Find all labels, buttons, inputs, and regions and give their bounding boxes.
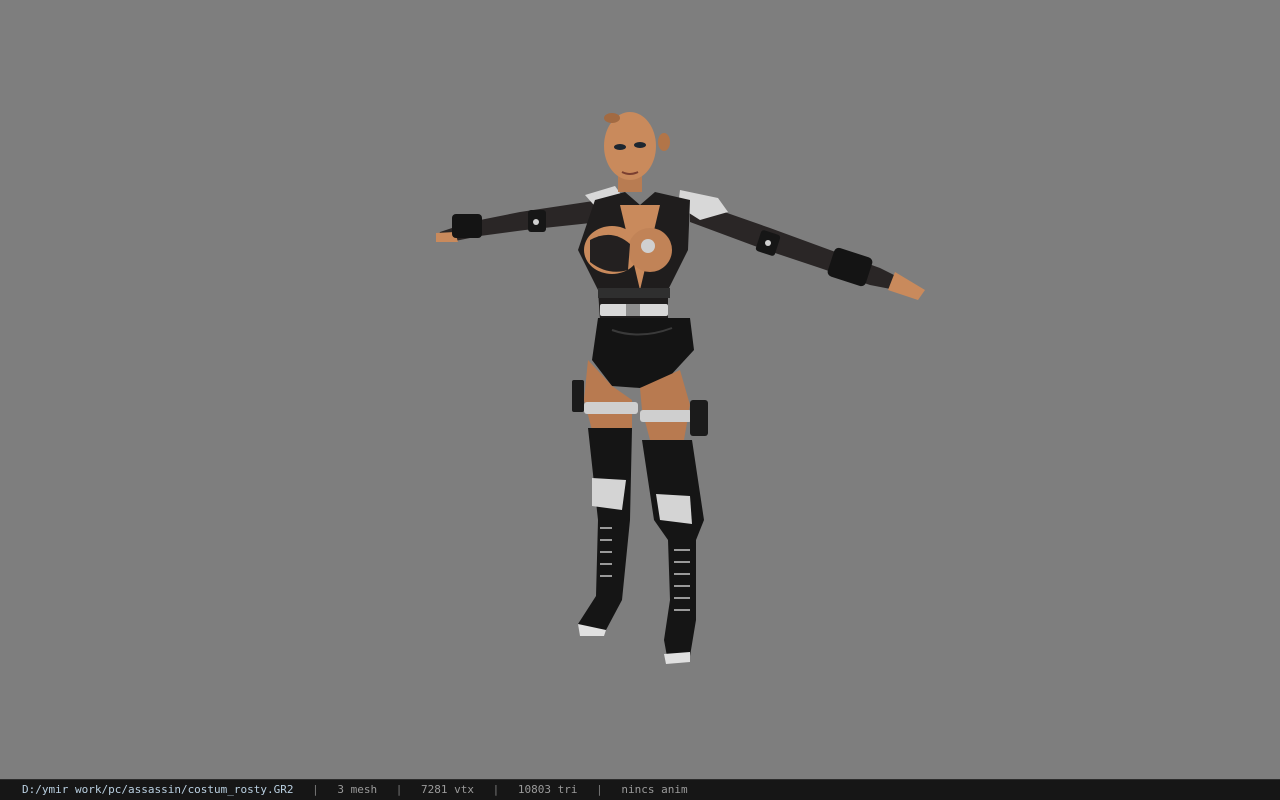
left-boot — [578, 428, 632, 636]
mesh-count: 3 mesh — [337, 783, 378, 796]
separator: | — [395, 783, 403, 796]
triangle-count: 10803 tri — [517, 783, 578, 796]
separator: | — [596, 783, 603, 796]
3d-viewport[interactable] — [0, 0, 1280, 779]
vertex-count: 7281 vtx — [421, 783, 475, 796]
separator: | — [312, 783, 319, 796]
separator: | — [492, 783, 500, 796]
status-bar: D:/ymir work/pc/assassin/costum_rosty.GR… — [0, 779, 1280, 800]
right-boot — [642, 440, 704, 664]
torso — [578, 192, 690, 320]
head — [604, 112, 670, 192]
animation-status: nincs anim — [621, 783, 688, 796]
file-path: D:/ymir work/pc/assassin/costum_rosty.GR… — [22, 783, 294, 796]
left-arm — [436, 200, 600, 242]
right-arm — [690, 200, 925, 300]
character-model[interactable] — [0, 0, 1280, 779]
